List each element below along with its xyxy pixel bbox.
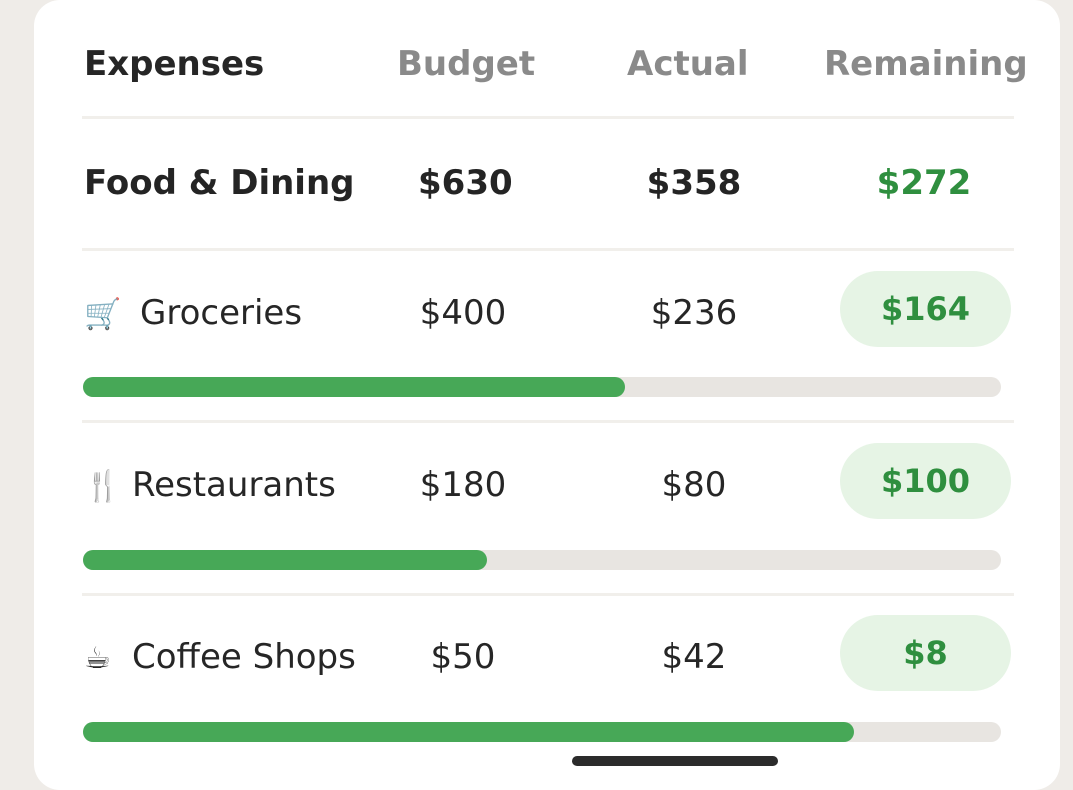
divider [82,116,1014,119]
coffee-cup-icon: ☕ [84,641,111,676]
category-name: Food & Dining [84,163,355,203]
item-budget: $50 [430,637,496,677]
item-name-cell: ☕ Coffee Shops [84,637,356,677]
divider [82,248,1014,251]
header-actual: Actual [627,44,749,84]
item-actual: $236 [650,293,738,333]
progress-fill [83,550,487,570]
progress-fill [83,377,625,397]
home-indicator[interactable] [572,756,778,766]
header-remaining: Remaining [824,44,1028,84]
progress-fill [83,722,855,742]
progress-bar [83,722,1001,742]
item-actual: $80 [661,465,727,505]
item-budget: $180 [419,465,507,505]
item-name: Groceries [140,293,303,333]
shopping-cart-icon: 🛒 [84,297,122,332]
header-budget: Budget [397,44,536,84]
item-name: Coffee Shops [132,637,356,677]
item-actual: $42 [661,637,727,677]
item-name-cell: 🍴 Restaurants [84,465,336,505]
divider [82,593,1014,596]
header-expenses: Expenses [84,44,265,84]
category-budget: $630 [418,163,513,203]
progress-bar [83,550,1001,570]
item-budget: $400 [419,293,507,333]
item-name: Restaurants [132,465,336,505]
category-remaining: $272 [876,163,972,203]
divider [82,420,1014,423]
progress-bar [83,377,1001,397]
remaining-badge[interactable]: $8 [840,615,1011,691]
fork-knife-icon: 🍴 [84,469,122,504]
remaining-badge[interactable]: $100 [840,443,1011,519]
item-name-cell: 🛒 Groceries [84,293,302,333]
remaining-badge[interactable]: $164 [840,271,1011,347]
category-actual: $358 [646,163,742,203]
